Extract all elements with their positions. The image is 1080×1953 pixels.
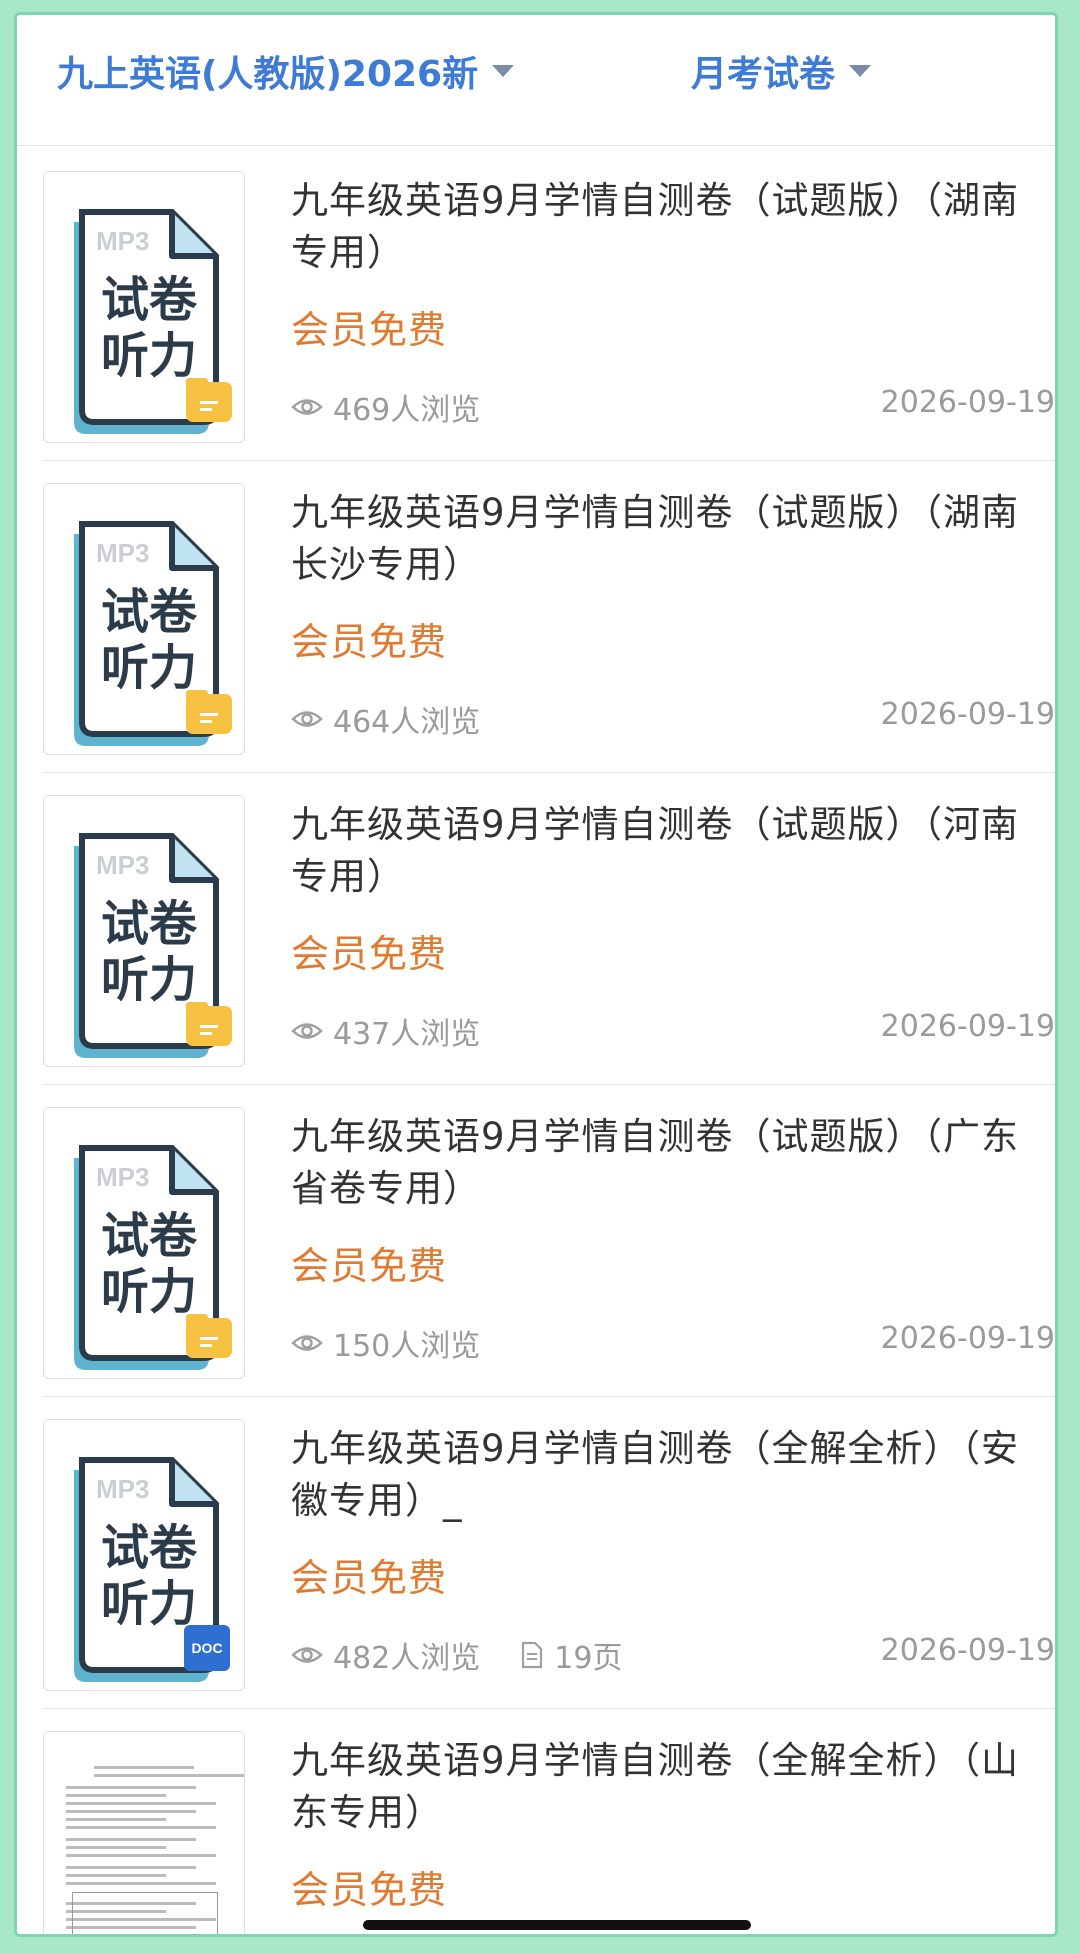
view-count: 150人浏览 <box>333 1329 481 1364</box>
price-label: 会员免费 <box>291 932 448 976</box>
home-indicator <box>363 1920 751 1930</box>
resource-list-item[interactable]: MP3 试卷 听力 九年级英语9月学情自测卷（试题版）（河南专用） 会员免费 4… <box>43 775 1055 1085</box>
item-meta: 482人浏览 19页 <box>291 1633 622 1677</box>
item-meta: 464人浏览 <box>291 697 480 741</box>
thumb-text-line1: 试卷 <box>101 584 198 640</box>
eye-icon <box>291 399 323 415</box>
filter-header: 九上英语(人教版)2026新 月考试卷 <box>17 15 1055 146</box>
item-meta: 469人浏览 <box>291 385 480 429</box>
mp3-label: MP3 <box>96 850 149 880</box>
page-count: 19页 <box>520 1633 622 1677</box>
textbook-filter-dropdown[interactable]: 九上英语(人教版)2026新 <box>57 45 515 97</box>
publish-date: 2026-09-19 <box>880 385 1055 420</box>
eye-icon <box>291 1023 323 1039</box>
thumb-text-line2: 听力 <box>101 1264 197 1320</box>
item-title[interactable]: 九年级英语9月学情自测卷（全解全析）（山东专用） <box>291 1735 1051 1839</box>
item-title[interactable]: 九年级英语9月学情自测卷（全解全析）（安徽专用）_ <box>291 1423 1051 1527</box>
resource-list-item[interactable]: MP3 试卷 听力 九年级英语9月学情自测卷（试题版）（广东省卷专用） 会员免费… <box>43 1087 1055 1397</box>
mp3-label: MP3 <box>96 538 149 568</box>
svg-text:DOC: DOC <box>191 1640 222 1656</box>
mp3-label: MP3 <box>96 226 149 256</box>
price-label: 会员免费 <box>291 620 448 664</box>
thumb-text-line1: 试卷 <box>101 896 198 952</box>
thumb-text-line1: 试卷 <box>101 1520 198 1576</box>
view-count: 482人浏览 <box>333 1641 481 1676</box>
item-thumbnail[interactable]: MP3 试卷 听力 <box>43 795 245 1067</box>
thumb-text-line2: 听力 <box>101 640 197 696</box>
item-title[interactable]: 九年级英语9月学情自测卷（试题版）（湖南专用） <box>291 175 1051 279</box>
audio-paper-thumbnail-icon: MP3 试卷 听力 DOC <box>74 1457 230 1682</box>
item-title[interactable]: 九年级英语9月学情自测卷（试题版）（河南专用） <box>291 799 1051 903</box>
audio-paper-thumbnail-icon: MP3 试卷 听力 <box>74 1145 232 1370</box>
thumb-text-line2: 听力 <box>101 1576 197 1632</box>
eye-icon <box>291 711 323 727</box>
app-frame: 九上英语(人教版)2026新 月考试卷 MP3 试卷 听力 九年级英语9月学情自… <box>14 12 1058 1937</box>
publish-date: 2026-09-19 <box>880 1009 1055 1044</box>
item-thumbnail[interactable]: MP3 试卷 听力 <box>43 1107 245 1379</box>
audio-paper-thumbnail-icon: MP3 试卷 听力 <box>74 521 232 746</box>
eye-icon <box>291 1647 323 1663</box>
thumb-text-line2: 听力 <box>101 952 197 1008</box>
price-label: 会员免费 <box>291 1868 448 1912</box>
publish-date: 2026-09-19 <box>880 697 1055 732</box>
item-meta: 150人浏览 <box>291 1321 480 1365</box>
audio-paper-thumbnail-icon: MP3 试卷 听力 <box>74 209 232 434</box>
price-label: 会员免费 <box>291 1556 448 1600</box>
preview-box <box>72 1892 218 1934</box>
thumb-text-line1: 试卷 <box>101 1208 198 1264</box>
textbook-filter-label: 九上英语(人教版)2026新 <box>57 54 479 95</box>
audio-paper-thumbnail-icon: MP3 试卷 听力 <box>74 833 232 1058</box>
view-count: 464人浏览 <box>333 705 481 740</box>
view-count: 437人浏览 <box>333 1017 481 1052</box>
resource-list-item[interactable]: MP3 试卷 听力 DOC 九年级英语9月学情自测卷（全解全析）（安徽专用）_ … <box>43 1399 1055 1709</box>
publish-date: 2026-09-19 <box>880 1633 1055 1668</box>
resource-list-item[interactable]: MP3 试卷 听力 九年级英语9月学情自测卷（试题版）（湖南长沙专用） 会员免费… <box>43 463 1055 773</box>
resource-list-item[interactable]: MP3 试卷 听力 九年级英语9月学情自测卷（试题版）（湖南专用） 会员免费 4… <box>43 151 1055 461</box>
thumb-text-line1: 试卷 <box>101 272 198 328</box>
thumb-text-line2: 听力 <box>101 328 197 384</box>
item-thumbnail[interactable]: MP3 试卷 听力 <box>43 171 245 443</box>
category-filter-label: 月考试卷 <box>691 54 836 95</box>
page-count-label: 19页 <box>554 1641 623 1676</box>
publish-date: 2026-09-19 <box>880 1321 1055 1356</box>
item-meta: 437人浏览 <box>291 1009 480 1053</box>
price-label: 会员免费 <box>291 308 448 352</box>
price-label: 会员免费 <box>291 1244 448 1288</box>
eye-icon <box>291 1335 323 1351</box>
item-thumbnail[interactable]: MP3 试卷 听力 DOC <box>43 1419 245 1691</box>
resource-list-item[interactable]: 九年级英语9月学情自测卷（全解全析）（山东专用） 会员免费 <box>43 1711 1055 1934</box>
item-thumbnail[interactable]: MP3 试卷 听力 <box>43 483 245 755</box>
view-count: 469人浏览 <box>333 393 481 428</box>
mp3-label: MP3 <box>96 1474 149 1504</box>
chevron-down-icon <box>492 65 515 77</box>
item-thumbnail[interactable] <box>43 1731 245 1934</box>
page-count-icon <box>522 1641 543 1669</box>
document-preview-thumbnail <box>58 1752 244 1934</box>
mp3-label: MP3 <box>96 1162 149 1192</box>
category-filter-dropdown[interactable]: 月考试卷 <box>691 45 872 97</box>
chevron-down-icon <box>849 65 872 77</box>
item-title[interactable]: 九年级英语9月学情自测卷（试题版）（湖南长沙专用） <box>291 487 1051 591</box>
item-title[interactable]: 九年级英语9月学情自测卷（试题版）（广东省卷专用） <box>291 1111 1051 1215</box>
